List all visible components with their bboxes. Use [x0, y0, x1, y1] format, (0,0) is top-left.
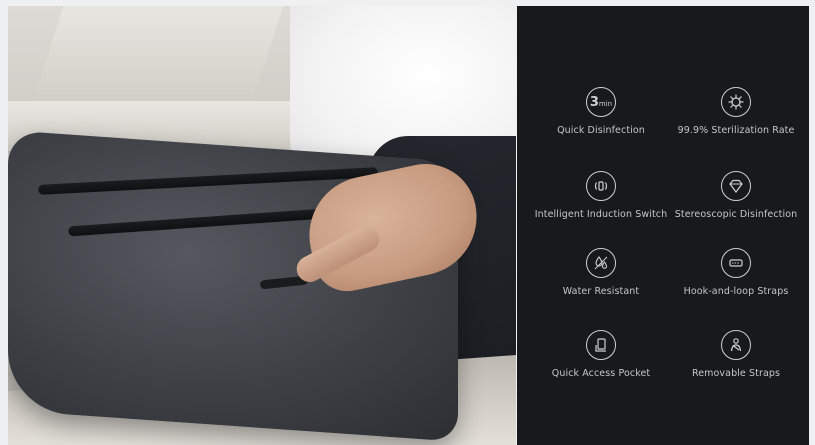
water-drops-icon	[586, 248, 616, 278]
feature-stereoscopic-disinfection: Stereoscopic Disinfection	[663, 171, 809, 220]
virus-icon	[721, 87, 751, 117]
feature-label: Quick Access Pocket	[551, 368, 651, 379]
feature-label: Stereoscopic Disinfection	[674, 209, 798, 220]
person-strap-icon	[721, 330, 751, 360]
feature-label: Water Resistant	[562, 286, 640, 297]
three-min-timer-icon: 3 min	[586, 87, 616, 117]
feature-label: Removable Straps	[691, 368, 781, 379]
feature-label: 99.9% Sterilization Rate	[677, 125, 795, 136]
icon-number: 3	[589, 94, 599, 110]
icon-unit: min	[598, 100, 613, 108]
feature-sterilization-rate: 99.9% Sterilization Rate	[663, 87, 809, 136]
feature-water-resistant: Water Resistant	[528, 248, 674, 297]
feature-hook-loop-straps: Hook-and-loop Straps	[663, 248, 809, 297]
feature-label: Intelligent Induction Switch	[534, 209, 668, 220]
induction-switch-icon	[586, 171, 616, 201]
feature-removable-straps: Removable Straps	[663, 330, 809, 379]
feature-label: Quick Disinfection	[557, 125, 645, 136]
feature-quick-access-pocket: Quick Access Pocket	[528, 330, 674, 379]
product-banner: 3 min Quick Disinfection 99.9% Sterilizat…	[8, 6, 809, 445]
photo-plank	[32, 6, 284, 101]
stereoscopic-diamond-icon	[721, 171, 751, 201]
feature-quick-disinfection: 3 min Quick Disinfection	[528, 87, 674, 136]
hook-loop-strap-icon	[721, 248, 751, 278]
feature-label: Hook-and-loop Straps	[683, 286, 789, 297]
phone-pocket-icon	[586, 330, 616, 360]
product-photo	[8, 6, 516, 445]
feature-induction-switch: Intelligent Induction Switch	[528, 171, 674, 220]
feature-panel: 3 min Quick Disinfection 99.9% Sterilizat…	[517, 6, 809, 445]
